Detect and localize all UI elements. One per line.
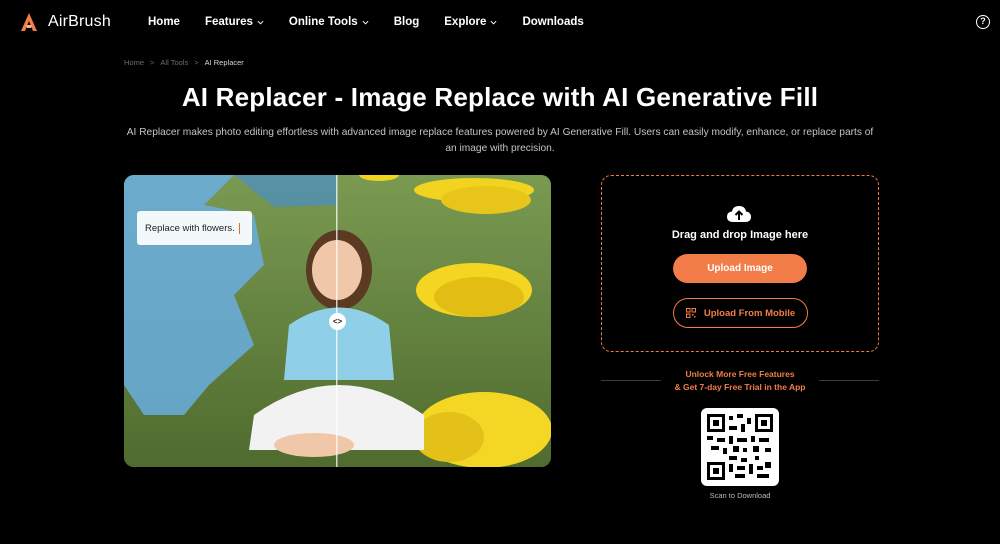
prompt-text: Replace with flowers. xyxy=(145,222,235,234)
nav-home-label: Home xyxy=(148,16,180,28)
page-title: AI Replacer - Image Replace with AI Gene… xyxy=(181,82,819,112)
chevron-down-icon xyxy=(257,20,264,25)
upload-from-mobile-label: Upload From Mobile xyxy=(703,307,796,319)
text-caret xyxy=(238,222,240,234)
breadcrumb-all-tools[interactable]: All Tools xyxy=(160,58,188,67)
cloud-upload-icon xyxy=(727,206,751,222)
help-icon[interactable]: ? xyxy=(976,15,990,29)
promo-text: Unlock More Free Features & Get 7-day Fr… xyxy=(601,368,879,393)
nav-blog-label: Blog xyxy=(393,16,420,28)
prompt-chip: Replace with flowers. xyxy=(137,211,252,245)
nav-online-tools[interactable]: Online Tools xyxy=(289,16,369,28)
upload-image-button[interactable]: Upload Image xyxy=(673,254,807,283)
qr-code-icon xyxy=(707,414,773,480)
upload-from-mobile-button[interactable]: Upload From Mobile xyxy=(673,298,808,328)
nav-downloads[interactable]: Downloads xyxy=(522,16,583,28)
airbrush-logo-icon xyxy=(21,13,37,31)
qr-code-icon xyxy=(685,308,696,318)
promo-line-1: Unlock More Free Features xyxy=(685,369,795,379)
brand-logo[interactable]: AirBrush xyxy=(18,11,111,33)
drag-drop-text: Drag and drop Image here xyxy=(671,229,809,241)
breadcrumb-home[interactable]: Home xyxy=(124,58,144,67)
compare-slider-handle-icon[interactable]: <> xyxy=(329,313,346,330)
scan-to-download-text: Scan to Download xyxy=(709,491,771,500)
nav-features[interactable]: Features xyxy=(205,16,264,28)
promo-line-2: & Get 7-day Free Trial in the App xyxy=(674,381,806,392)
breadcrumb-separator: > xyxy=(150,58,155,67)
download-qr-code xyxy=(701,408,779,486)
brand-name: AirBrush xyxy=(48,13,111,30)
breadcrumb: Home > All Tools > AI Replacer xyxy=(124,58,244,67)
nav-features-label: Features xyxy=(204,16,253,28)
nav-downloads-label: Downloads xyxy=(522,16,584,28)
chevron-down-icon xyxy=(362,20,369,25)
breadcrumb-separator: > xyxy=(194,58,199,67)
page-description: AI Replacer makes photo editing effortle… xyxy=(126,127,874,154)
nav-home[interactable]: Home xyxy=(148,16,180,28)
nav-blog[interactable]: Blog xyxy=(394,16,420,28)
nav-explore-label: Explore xyxy=(444,16,487,28)
nav-explore[interactable]: Explore xyxy=(444,16,497,28)
breadcrumb-current: AI Replacer xyxy=(204,58,244,67)
nav-links: Home Features Online Tools Blog Explore … xyxy=(148,0,609,44)
nav-online-tools-label: Online Tools xyxy=(288,16,358,28)
top-nav: AirBrush Home Features Online Tools Blog… xyxy=(0,0,1000,44)
chevron-down-icon xyxy=(490,20,497,25)
